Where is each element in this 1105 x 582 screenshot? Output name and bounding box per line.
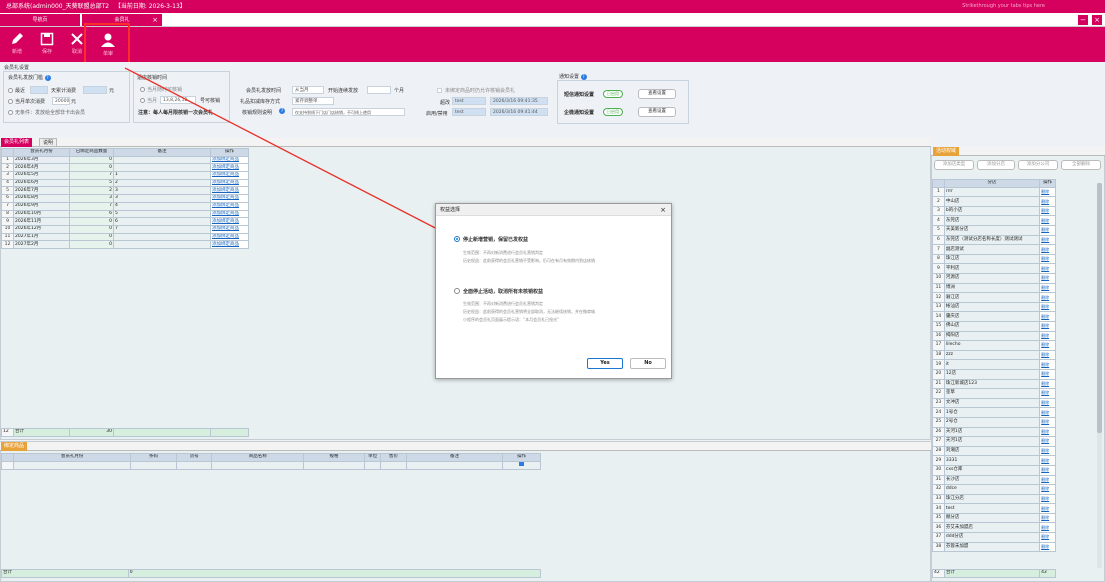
dialog-close-icon[interactable]: × — [660, 204, 666, 216]
yes-button[interactable]: Yes — [587, 358, 623, 369]
radio-stop-all[interactable] — [454, 288, 460, 294]
radio-stop-new[interactable] — [454, 236, 460, 242]
opt2-line3: 小程序的会员礼页面展示提示语：“本月会员礼已抢光” — [463, 317, 560, 322]
opt2-line2: 历史权益：此前获得的会员礼营销将全部取消，无法继续核销，并在微商城 — [463, 309, 595, 314]
opt2-line1: 生效范围：不再对新消费进行会员礼营销判定 — [463, 301, 543, 306]
opt1-line1: 生效范围：不再对新消费进行会员礼营销判定 — [463, 250, 543, 255]
no-button[interactable]: No — [630, 358, 666, 369]
rights-dialog: 权益选择 × 停止新增营销，保留已发权益 生效范围：不再对新消费进行会员礼营销判定… — [435, 203, 672, 379]
opt1-line2: 历史权益：此前获得的会员礼营销不受影响，仍可在有月有效期内到店核销 — [463, 258, 595, 263]
opt1-label: 停止新增营销，保留已发权益 — [463, 237, 529, 243]
dialog-title: 权益选择 — [440, 207, 461, 213]
opt2-label: 全面停止活动，取消所有未核销权益 — [463, 289, 544, 295]
